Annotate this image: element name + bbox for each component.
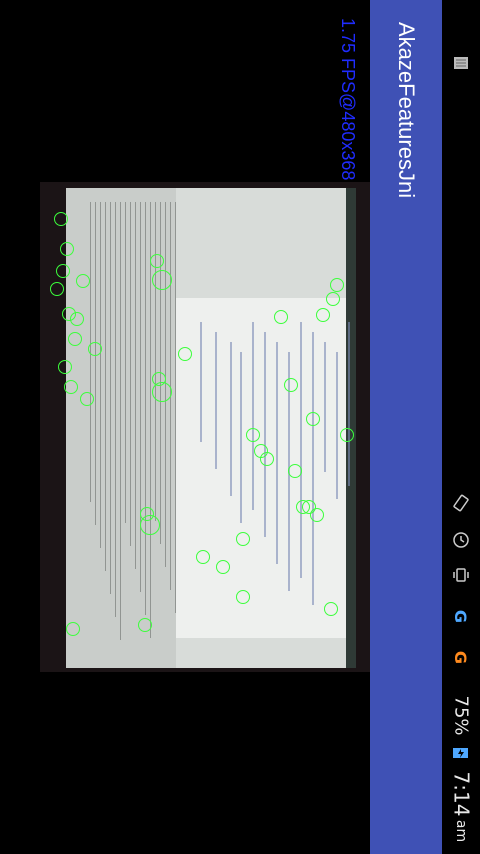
code-line xyxy=(200,322,202,442)
console-line xyxy=(115,202,116,617)
battery-icon xyxy=(448,740,474,766)
feature-point xyxy=(68,332,82,346)
feature-point xyxy=(216,560,230,574)
app-bar: AkazeFeaturesJni xyxy=(370,0,442,854)
feature-point xyxy=(50,282,64,296)
feature-point xyxy=(56,264,70,278)
battery-text: 75% xyxy=(450,694,472,736)
clock-ampm-text: am xyxy=(453,819,469,843)
console-line xyxy=(130,202,131,546)
feature-point xyxy=(236,590,250,604)
code-line xyxy=(324,342,326,472)
feature-point xyxy=(138,618,152,632)
console-line xyxy=(100,202,101,548)
clock: 7:14 xyxy=(448,770,474,818)
feature-point xyxy=(246,428,260,442)
signal-secondary: G xyxy=(448,640,474,674)
feature-point xyxy=(58,360,72,374)
feature-point xyxy=(326,292,340,306)
code-line xyxy=(252,322,254,510)
feature-point xyxy=(236,532,250,546)
clock-ampm: am xyxy=(448,818,474,844)
battery-percent: 75% xyxy=(448,692,474,738)
feature-point xyxy=(88,342,102,356)
feature-point xyxy=(80,392,94,406)
rotate-icon xyxy=(448,490,474,516)
vibrate-icon xyxy=(448,562,474,588)
feature-point xyxy=(150,254,164,268)
code-line xyxy=(264,332,266,537)
feature-point xyxy=(54,212,68,226)
feature-point-large xyxy=(140,515,160,535)
code-line xyxy=(240,352,242,523)
console-line xyxy=(125,202,126,523)
feature-point-large xyxy=(152,270,172,290)
code-line xyxy=(230,342,232,496)
code-line xyxy=(276,342,278,564)
clock-time: 7:14 xyxy=(449,771,474,817)
code-line xyxy=(336,352,338,499)
alarm-icon xyxy=(448,526,474,552)
notification-icon xyxy=(448,50,474,76)
console-line xyxy=(135,202,136,569)
feature-point xyxy=(64,380,78,394)
feature-point xyxy=(274,310,288,324)
console-line xyxy=(105,202,106,571)
feature-point xyxy=(310,508,324,522)
network-type-secondary: G xyxy=(451,650,471,664)
usb-icon xyxy=(448,14,474,40)
feature-point xyxy=(284,378,298,392)
camera-preview xyxy=(40,182,370,672)
feature-point xyxy=(340,428,354,442)
feature-point xyxy=(306,412,320,426)
feature-point xyxy=(178,347,192,361)
signal-primary: G xyxy=(448,594,474,638)
feature-point xyxy=(76,274,90,288)
fps-overlay: 1.75 FPS@480x368 xyxy=(338,18,358,181)
console-line xyxy=(140,202,141,592)
console-line xyxy=(175,202,176,613)
feature-point xyxy=(330,278,344,292)
app-title: AkazeFeaturesJni xyxy=(394,22,419,199)
console-line xyxy=(155,202,156,521)
code-line xyxy=(215,332,217,469)
feature-point xyxy=(316,308,330,322)
network-type-primary: G xyxy=(451,609,471,623)
feature-point xyxy=(288,464,302,478)
feature-point xyxy=(60,242,74,256)
console-line xyxy=(110,202,111,594)
feature-point xyxy=(196,550,210,564)
console-line xyxy=(95,202,96,525)
status-bar: G G 75% 7:14 am xyxy=(442,0,480,854)
code-line xyxy=(348,322,350,486)
feature-point-large xyxy=(152,382,172,402)
feature-point xyxy=(66,622,80,636)
code-line xyxy=(312,332,314,605)
feature-point xyxy=(260,452,274,466)
feature-point xyxy=(324,602,338,616)
console-line xyxy=(145,202,146,615)
feature-point xyxy=(70,312,84,326)
console-line xyxy=(120,202,121,640)
console-line xyxy=(150,202,151,638)
code-line xyxy=(300,322,302,578)
